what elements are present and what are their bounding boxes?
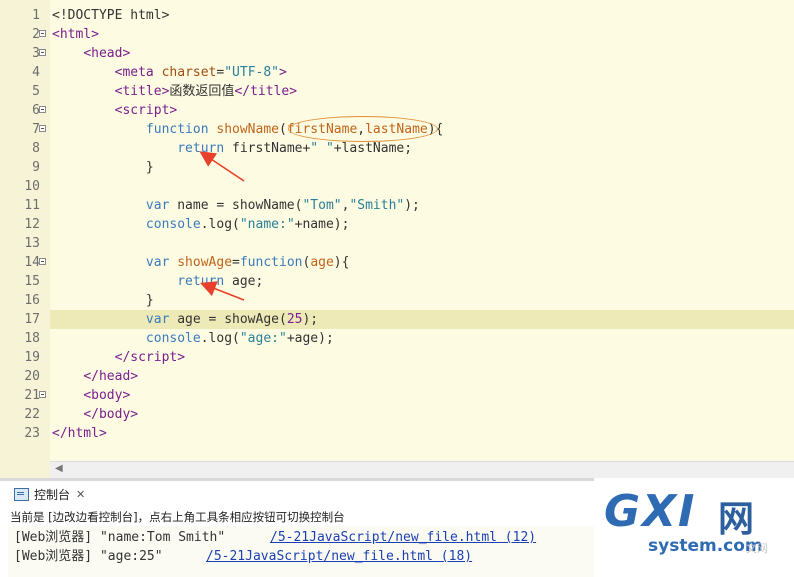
code-text: </body> [83,407,139,422]
console-info-text: 当前是 [边改边看控制台]，点右上角工具条相应按钮可切换控制台 [10,510,345,524]
fold-toggle-icon[interactable] [39,30,46,37]
watermark-net: 网 [718,499,755,540]
line-number: 19 [24,350,40,365]
console-tabbar: 控制台 ✕ [8,482,608,506]
fold-toggle-icon[interactable] [39,391,46,398]
code-text: </head> [83,369,139,384]
line-number: 11 [24,198,40,213]
code-line[interactable]: 8 return firstName+" "+lastName; [0,139,794,158]
line-number: 23 [24,426,40,441]
line-number: 16 [24,293,40,308]
code-text: var showAge=function(age){ [145,255,350,270]
code-line[interactable]: 22 </body> [0,405,794,424]
horizontal-scrollbar[interactable]: ◀ [50,461,794,478]
line-number: 3 [32,46,40,61]
line-number: 12 [24,217,40,232]
line-number: 5 [32,84,40,99]
console-output-line: [Web浏览器] "name:Tom Smith" [14,530,226,545]
line-number: 6 [32,103,40,118]
code-text: } [52,293,154,308]
code-text: console.log("name:"+name); [145,217,350,232]
watermark-faint: 文网 [746,542,768,555]
console-icon [14,487,29,501]
code-text: </html> [52,426,107,441]
line-number: 7 [32,122,40,137]
tab-console[interactable]: 控制台 ✕ [8,482,91,506]
code-text: console.log("age:"+age); [145,331,334,346]
code-line[interactable]: 13 [0,234,794,253]
code-text: var name = showName("Tom","Smith"); [145,198,420,213]
code-text: } [52,160,154,175]
code-line[interactable]: 4 <meta charset="UTF-8"> [0,63,794,82]
code-text: <html> [52,27,99,42]
code-line[interactable]: 21 <body> [0,386,794,405]
code-line[interactable]: 17 var age = showAge(25); [0,310,794,329]
watermark-big: GXI [604,486,697,537]
close-icon[interactable]: ✕ [76,488,85,501]
code-line[interactable]: 19 </script> [0,348,794,367]
line-number: 4 [32,65,40,80]
console-tab-label: 控制台 [34,487,71,502]
code-line[interactable]: 3 <head> [0,44,794,63]
line-number: 13 [24,236,40,251]
fold-toggle-icon[interactable] [39,125,46,132]
line-number: 22 [24,407,40,422]
code-text: <meta charset="UTF-8"> [114,65,287,80]
console-output-link[interactable]: /5-21JavaScript/new_file.html (12) [270,528,536,547]
site-watermark-logo: GXI 网 system.com 文网 [594,478,794,577]
line-number: 18 [24,331,40,346]
code-line[interactable]: 15 return age; [0,272,794,291]
line-number: 8 [32,141,40,156]
line-number: 21 [24,388,40,403]
code-line[interactable]: 16 } [0,291,794,310]
code-text: </script> [114,350,186,365]
code-text: <title>函数返回值</title> [114,84,298,99]
line-number: 20 [24,369,40,384]
line-number: 2 [32,27,40,42]
fold-toggle-icon[interactable] [39,106,46,113]
code-text: <script> [114,103,178,118]
code-line[interactable]: 10 [0,177,794,196]
code-text: <!DOCTYPE html> [52,8,170,23]
code-text: function showName(firstName,lastName){ [145,122,444,137]
code-line[interactable]: 12 console.log("name:"+name); [0,215,794,234]
code-editor[interactable]: 1 <!DOCTYPE html> 2 <html> 3 <head> 4 <meta c… [0,0,794,478]
line-number: 1 [32,8,40,23]
scroll-left-icon[interactable]: ◀ [55,463,63,474]
fold-toggle-icon[interactable] [39,258,46,265]
code-line[interactable]: 7 function showName(firstName,lastName){ [0,120,794,139]
console-output-link[interactable]: /5-21JavaScript/new_file.html (18) [206,547,472,566]
line-number: 10 [24,179,40,194]
code-line[interactable]: 1 <!DOCTYPE html> [0,6,794,25]
code-text: <body> [83,388,131,403]
code-text: return age; [177,274,264,289]
line-number: 15 [24,274,40,289]
code-line[interactable]: 14 var showAge=function(age){ [0,253,794,272]
code-text: var age = showAge(25); [145,312,319,327]
code-line[interactable]: 20 </head> [0,367,794,386]
code-line[interactable]: 9 } [0,158,794,177]
console-output-line: [Web浏览器] "age:25" [14,549,163,564]
code-line[interactable]: 5 <title>函数返回值</title> [0,82,794,101]
fold-toggle-icon[interactable] [39,49,46,56]
line-number: 14 [24,255,40,270]
code-line[interactable]: 18 console.log("age:"+age); [0,329,794,348]
code-text: <head> [83,46,131,61]
line-number: 9 [32,160,40,175]
line-number: 17 [24,312,40,327]
code-line[interactable]: 2 <html> [0,25,794,44]
code-text: return firstName+" "+lastName; [177,141,413,156]
code-line[interactable]: 23 </html> [0,424,794,443]
code-line[interactable]: 6 <script> [0,101,794,120]
code-line[interactable]: 11 var name = showName("Tom","Smith"); [0,196,794,215]
